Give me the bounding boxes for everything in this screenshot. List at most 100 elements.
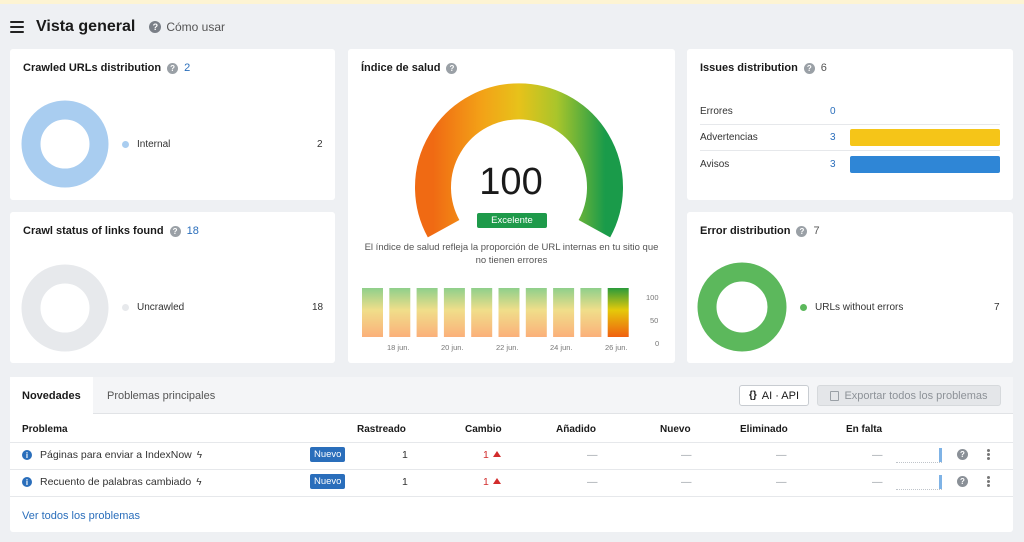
column-header-added[interactable]: Añadido bbox=[556, 424, 596, 435]
issue-label: Advertencias bbox=[700, 132, 758, 143]
tab-problemas-principales[interactable]: Problemas principales bbox=[95, 377, 227, 414]
legend-label: Internal bbox=[137, 139, 171, 150]
crawled-count-link[interactable]: 2 bbox=[184, 62, 190, 74]
how-to-link[interactable]: ? Cómo usar bbox=[149, 20, 225, 34]
x-tick-label: 24 jun. bbox=[550, 343, 573, 352]
history-bar[interactable] bbox=[416, 288, 438, 337]
history-bar[interactable] bbox=[443, 288, 465, 337]
help-icon[interactable]: ? bbox=[803, 62, 815, 74]
row-divider bbox=[10, 469, 1013, 470]
issue-value[interactable]: 0 bbox=[830, 106, 850, 117]
column-header-new[interactable]: Nuevo bbox=[660, 424, 691, 435]
export-all-button[interactable]: Exportar todos los problemas bbox=[817, 385, 1001, 406]
history-bar[interactable] bbox=[362, 288, 383, 337]
export-icon bbox=[830, 390, 840, 401]
x-tick-label: 22 jun. bbox=[496, 343, 519, 352]
issue-label: Errores bbox=[700, 106, 733, 117]
x-tick-label: 18 jun. bbox=[387, 343, 410, 352]
issues-distribution-card: Issues distribution ? 6 Errores 0 Advert… bbox=[687, 49, 1013, 200]
how-to-label: Cómo usar bbox=[166, 20, 225, 34]
change-value: 1 bbox=[483, 476, 489, 488]
legend-item-no-errors[interactable]: URLs without errors bbox=[800, 302, 903, 313]
column-header-change[interactable]: Cambio bbox=[465, 424, 502, 435]
y-tick-label: 100 bbox=[646, 293, 659, 302]
trend-sparkline bbox=[896, 475, 942, 490]
y-tick-label: 50 bbox=[650, 316, 659, 325]
lightning-icon: ϟ bbox=[196, 450, 203, 461]
view-all-problems-link[interactable]: Ver todos los problemas bbox=[22, 510, 140, 522]
health-description: El índice de salud refleja la proporción… bbox=[364, 242, 659, 266]
issue-row-notices[interactable]: Avisos 3 bbox=[700, 151, 1000, 177]
problem-label[interactable]: Recuento de palabras cambiado bbox=[40, 476, 191, 488]
issue-row-warnings[interactable]: Advertencias 3 bbox=[700, 125, 1000, 151]
legend-label: Uncrawled bbox=[137, 302, 185, 313]
tabs-bar: Novedades Problemas principales {} AI · … bbox=[10, 377, 1013, 415]
legend-value: 2 bbox=[317, 139, 323, 150]
help-icon[interactable]: ? bbox=[169, 225, 181, 237]
help-icon: ? bbox=[149, 21, 162, 33]
added-value: — bbox=[587, 449, 598, 461]
crawl-status-count-link[interactable]: 18 bbox=[187, 225, 199, 237]
legend-item-uncrawled[interactable]: Uncrawled bbox=[122, 302, 184, 313]
history-bar[interactable] bbox=[471, 288, 493, 337]
issue-value[interactable]: 3 bbox=[830, 159, 850, 170]
issues-table-panel: Novedades Problemas principales {} AI · … bbox=[10, 377, 1013, 532]
history-bar[interactable] bbox=[389, 288, 411, 337]
card-title: Crawled URLs distribution bbox=[23, 62, 162, 74]
problem-label[interactable]: Páginas para enviar a IndexNow bbox=[40, 449, 192, 461]
new-badge: Nuevo bbox=[310, 474, 346, 489]
issue-row-errors[interactable]: Errores 0 bbox=[700, 99, 1000, 125]
warnings-bar bbox=[850, 129, 1000, 146]
ai-api-label: AI · API bbox=[761, 389, 800, 402]
donut-segment-internal[interactable] bbox=[21, 100, 109, 188]
card-title: Error distribution bbox=[700, 225, 791, 237]
card-title: Issues distribution bbox=[700, 62, 798, 74]
x-tick-label: 26 jun. bbox=[605, 343, 628, 352]
info-icon: i bbox=[22, 450, 32, 461]
lightning-icon: ϟ bbox=[196, 477, 202, 488]
history-bar[interactable] bbox=[607, 288, 629, 337]
health-score-value: 100 bbox=[479, 161, 543, 203]
column-header-missing[interactable]: En falta bbox=[846, 424, 882, 435]
braces-icon: {} bbox=[748, 390, 757, 401]
legend-item-internal[interactable]: Internal bbox=[122, 139, 170, 150]
issue-label: Avisos bbox=[700, 158, 730, 170]
top-notice-strip bbox=[0, 0, 1024, 4]
history-bar[interactable] bbox=[553, 288, 575, 337]
increase-arrow-icon bbox=[492, 451, 501, 457]
donut-segment-uncrawled[interactable] bbox=[21, 264, 109, 352]
help-icon[interactable]: ? bbox=[796, 225, 808, 237]
issue-value[interactable]: 3 bbox=[830, 132, 850, 143]
error-count: 7 bbox=[813, 225, 820, 237]
ai-api-button[interactable]: {} AI · API bbox=[739, 385, 809, 406]
increase-arrow-icon bbox=[492, 478, 501, 484]
more-options-icon[interactable] bbox=[987, 476, 990, 487]
column-header-problem[interactable]: Problema bbox=[22, 424, 68, 435]
legend-dot bbox=[800, 304, 807, 311]
legend-label: URLs without errors bbox=[815, 302, 904, 313]
tab-novedades[interactable]: Novedades bbox=[10, 377, 93, 415]
history-bar[interactable] bbox=[525, 288, 547, 337]
new-value: — bbox=[681, 449, 692, 461]
error-donut-chart bbox=[697, 262, 787, 352]
info-icon: i bbox=[22, 477, 32, 488]
column-header-removed[interactable]: Eliminado bbox=[740, 424, 788, 435]
issues-count: 6 bbox=[820, 62, 827, 74]
trend-sparkline bbox=[896, 448, 942, 463]
help-icon[interactable]: ? bbox=[167, 62, 179, 74]
legend-value: 18 bbox=[312, 302, 324, 313]
removed-value: — bbox=[776, 476, 787, 488]
card-title: Crawl status of links found bbox=[23, 225, 164, 237]
legend-dot bbox=[122, 304, 129, 311]
legend-value: 7 bbox=[994, 302, 1000, 313]
column-header-crawled[interactable]: Rastreado bbox=[357, 424, 406, 435]
menu-icon[interactable] bbox=[10, 21, 24, 33]
more-options-icon[interactable] bbox=[987, 449, 990, 460]
help-icon[interactable]: ? bbox=[957, 449, 968, 460]
history-bar[interactable] bbox=[498, 288, 520, 337]
donut-segment-no-errors[interactable] bbox=[697, 262, 787, 352]
history-bar[interactable] bbox=[580, 288, 602, 337]
health-score-card: Índice de salud ? 100 Excelente El índic… bbox=[348, 49, 675, 363]
help-icon[interactable]: ? bbox=[957, 476, 968, 487]
page-title: Vista general bbox=[36, 18, 136, 35]
